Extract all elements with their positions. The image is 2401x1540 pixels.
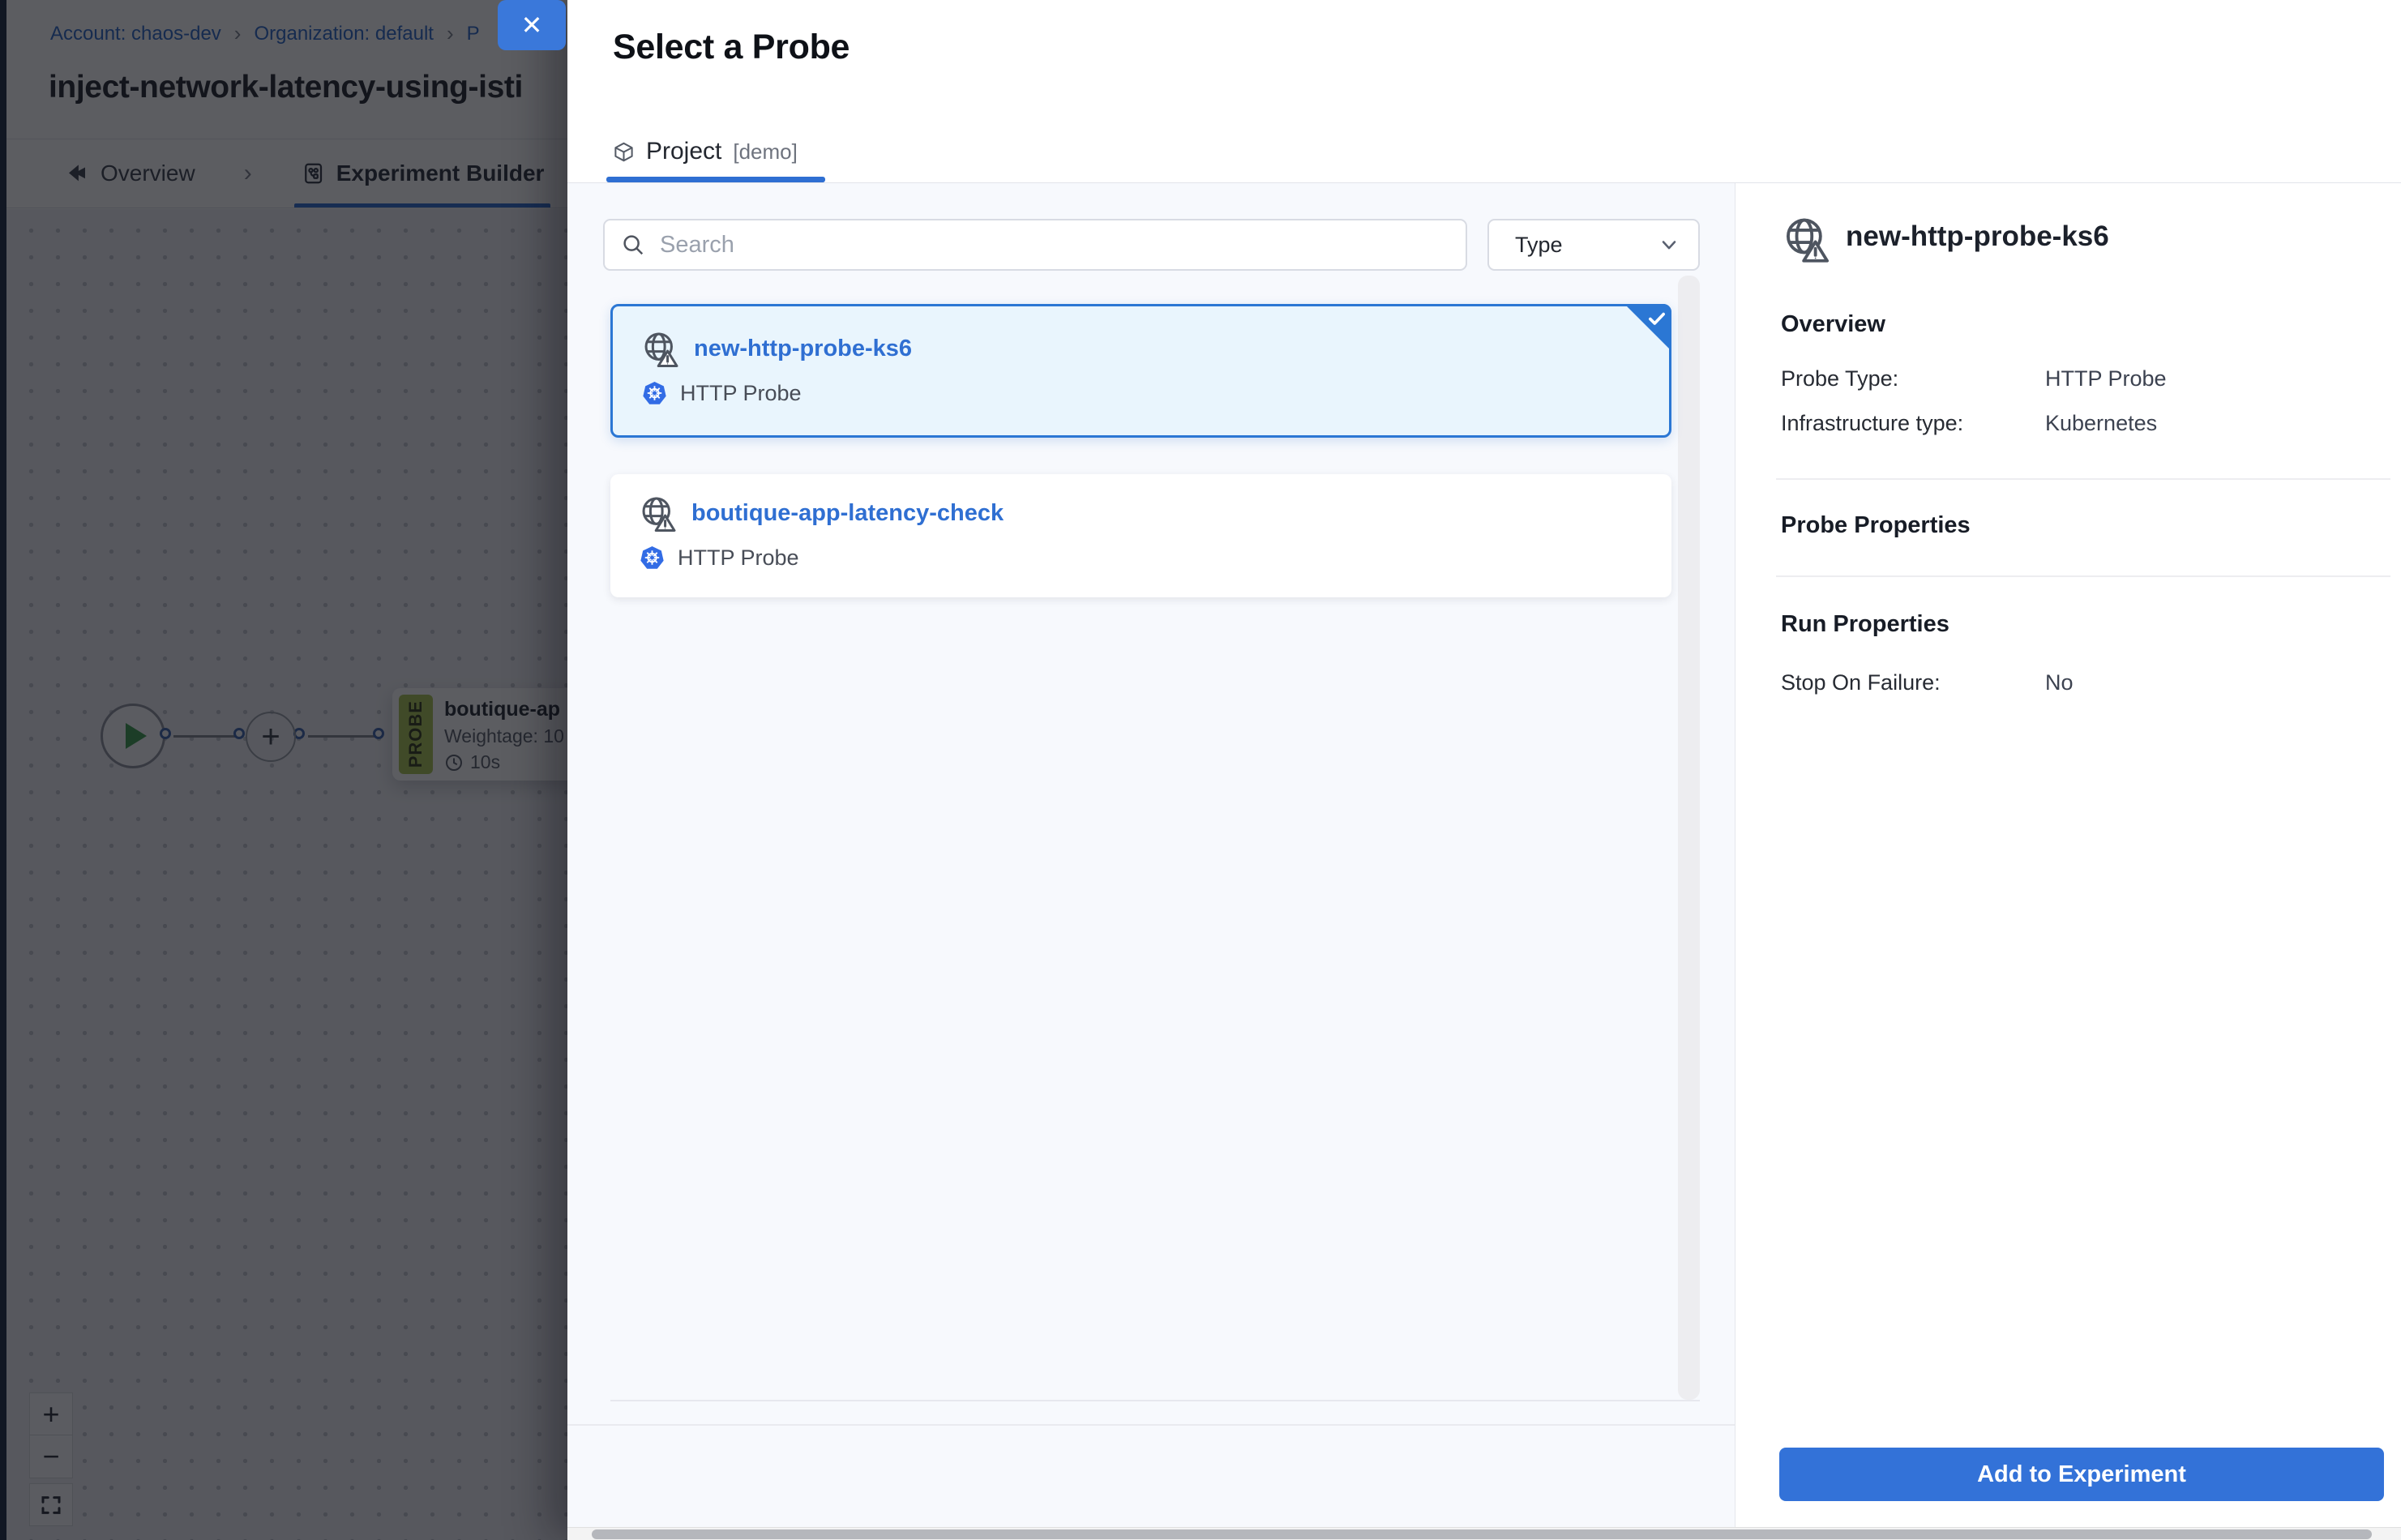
type-filter-dropdown[interactable]: Type — [1487, 219, 1700, 271]
tab-project-label: Project — [646, 138, 721, 165]
check-icon — [1646, 308, 1667, 329]
add-to-experiment-button[interactable]: Add to Experiment — [1779, 1448, 2384, 1501]
selected-corner-badge — [1624, 304, 1671, 351]
http-probe-globe-icon — [1781, 214, 1834, 267]
section-divider — [1776, 575, 2390, 577]
probe-properties-heading: Probe Properties — [1781, 512, 1971, 539]
modal-title: Select a Probe — [613, 28, 850, 67]
http-probe-globe-icon — [638, 494, 680, 536]
probe-type-field-value: HTTP Probe — [2045, 366, 2167, 391]
section-divider — [1776, 478, 2390, 480]
kubernetes-icon — [642, 381, 667, 406]
horizontal-scrollbar-thumb[interactable] — [592, 1529, 2372, 1539]
probe-card-boutique-app-latency-check[interactable]: boutique-app-latency-check HTTP Probe — [610, 474, 1671, 597]
probe-details-panel: new-http-probe-ks6 Overview Probe Type: … — [1735, 183, 2401, 1540]
probe-type-label: HTTP Probe — [678, 545, 799, 571]
probe-type-row: HTTP Probe — [640, 545, 799, 571]
probe-list-panel: Type new-http-probe-ks6 HTTP Probe bou — [567, 183, 1735, 1540]
run-properties-heading: Run Properties — [1781, 611, 1949, 638]
probe-type-field-label: Probe Type: — [1781, 366, 1898, 391]
chevron-down-icon — [1658, 233, 1680, 256]
http-probe-globe-icon — [640, 329, 683, 371]
probe-name-link[interactable]: boutique-app-latency-check — [691, 500, 1004, 527]
overview-heading: Overview — [1781, 311, 1885, 338]
probe-details-title: new-http-probe-ks6 — [1846, 220, 2109, 253]
infrastructure-type-field-label: Infrastructure type: — [1781, 411, 1963, 436]
list-scrollbar-track[interactable] — [1678, 276, 1700, 1400]
select-probe-modal: ✕ Select a Probe Project [demo] Type new… — [567, 0, 2401, 1540]
search-input[interactable] — [658, 231, 1449, 259]
search-input-wrap — [603, 219, 1467, 271]
page: Account: chaos-dev › Organization: defau… — [0, 0, 2401, 1540]
probe-type-label: HTTP Probe — [680, 381, 802, 406]
panel-bottom-border — [567, 1424, 1735, 1426]
infrastructure-type-field-value: Kubernetes — [2045, 411, 2157, 436]
type-filter-label: Type — [1515, 233, 1658, 258]
tab-project-scope: [demo] — [733, 139, 798, 165]
search-icon — [621, 233, 645, 257]
cube-icon — [613, 141, 635, 163]
probe-type-row: HTTP Probe — [642, 381, 802, 406]
stop-on-failure-value: No — [2045, 670, 2074, 695]
probe-name-link[interactable]: new-http-probe-ks6 — [694, 336, 912, 362]
horizontal-scrollbar-track — [567, 1527, 2401, 1540]
tab-project[interactable]: Project [demo] — [613, 128, 798, 175]
close-button[interactable]: ✕ — [498, 0, 566, 50]
kubernetes-icon — [640, 545, 665, 571]
list-bottom-border — [610, 1400, 1700, 1401]
stop-on-failure-label: Stop On Failure: — [1781, 670, 1941, 695]
probe-card-new-http-probe-ks6[interactable]: new-http-probe-ks6 HTTP Probe — [610, 304, 1671, 438]
active-tab-underline — [606, 177, 825, 182]
